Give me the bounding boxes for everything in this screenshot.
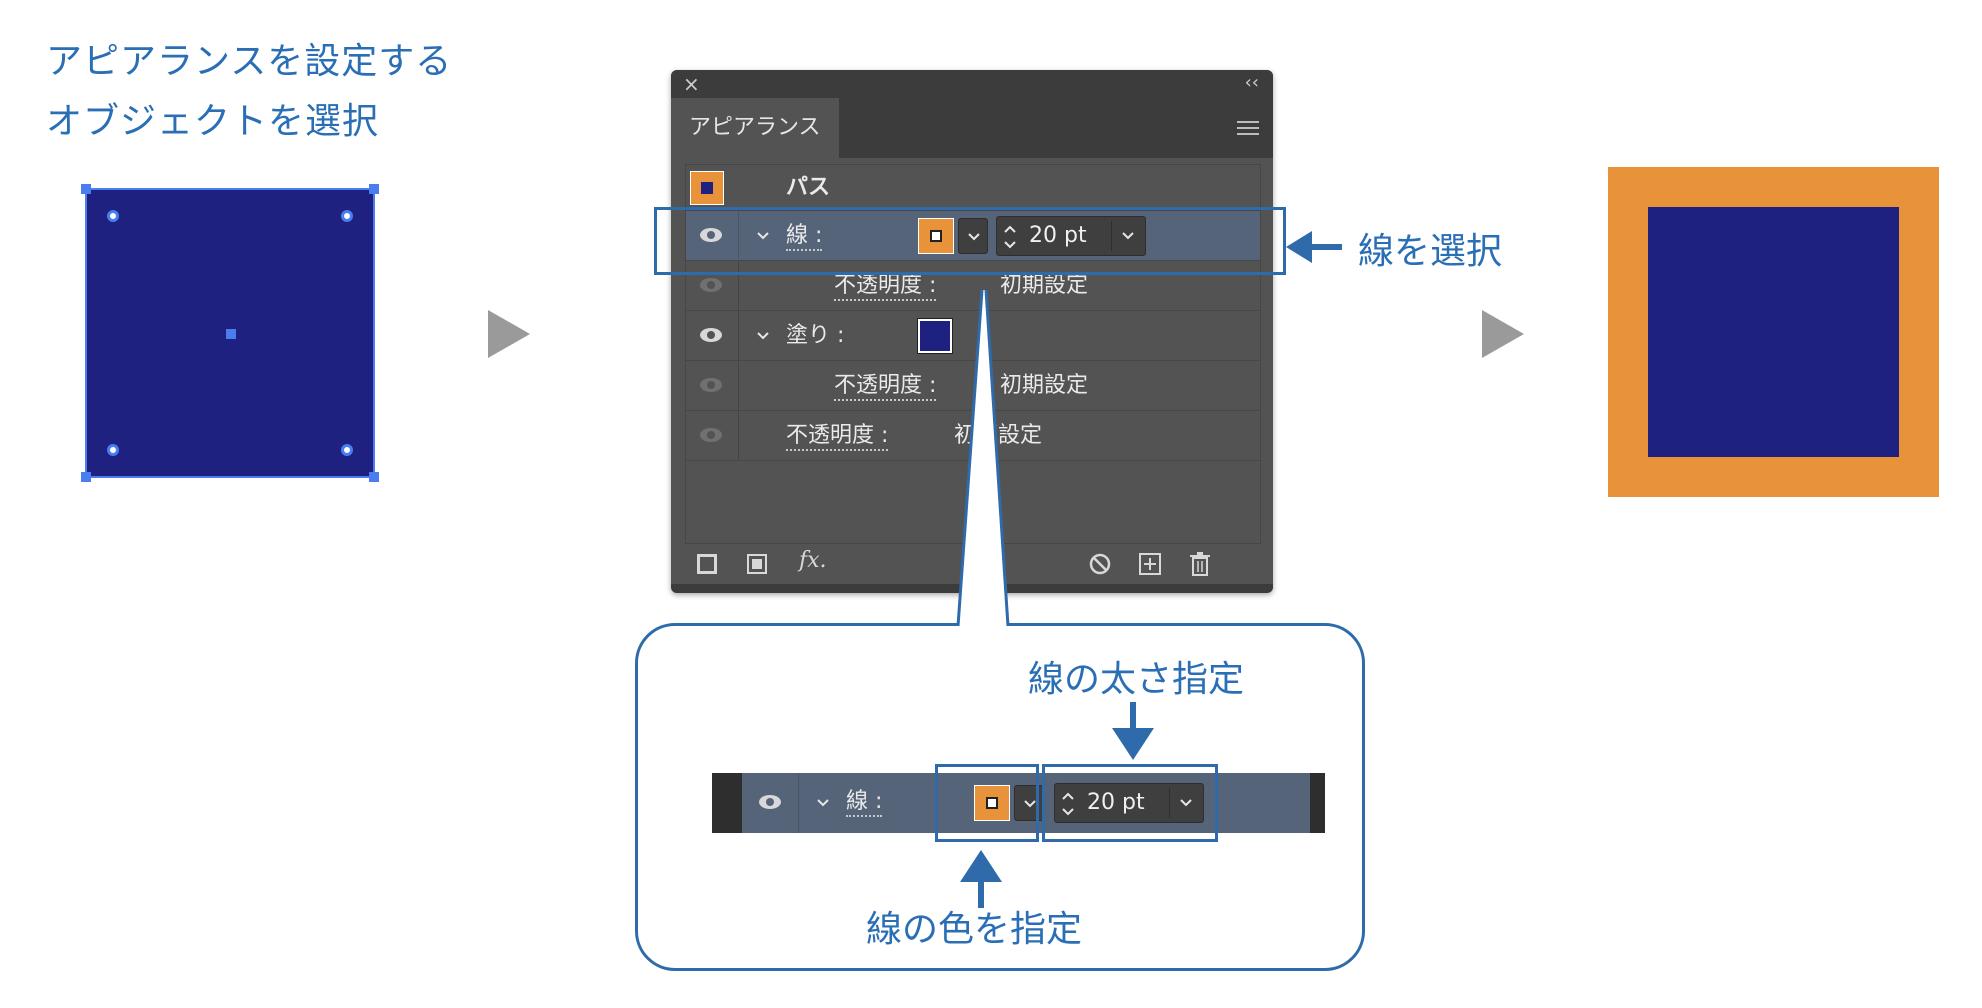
callout-tail [956, 290, 1010, 627]
stroke-row-highlight [654, 207, 1286, 275]
object-opacity-label[interactable]: 不透明度 : [786, 423, 889, 451]
fill-opacity-value: 初期設定 [1000, 373, 1089, 398]
selection-handle[interactable] [81, 472, 91, 482]
tab-appearance[interactable]: アピアランス [671, 98, 839, 158]
corner-widget[interactable] [341, 444, 353, 456]
step1-caption: アピアランスを設定する オブジェクトを選択 [46, 32, 452, 152]
result-fill [1648, 207, 1899, 457]
weight-highlight [1042, 764, 1218, 842]
stroke-opacity-label[interactable]: 不透明度 : [834, 273, 937, 301]
result-preview [1608, 167, 1939, 497]
collapse-icon[interactable]: ‹‹ [1245, 72, 1259, 93]
selection-handle[interactable] [369, 184, 379, 194]
select-stroke-annotation: 線を選択 [1358, 231, 1503, 272]
corner-widget[interactable] [107, 444, 119, 456]
step-arrow-icon [488, 310, 530, 358]
step1-caption-line1: アピアランスを設定する [46, 41, 453, 82]
eye-icon[interactable] [758, 794, 782, 810]
path-title-row: パス [686, 165, 1260, 211]
selected-rectangle-object[interactable] [81, 184, 379, 482]
selection-handle[interactable] [81, 184, 91, 194]
clear-appearance-icon[interactable] [1089, 553, 1111, 575]
fx-icon[interactable]: fx. [799, 548, 827, 573]
duplicate-item-icon[interactable] [1139, 553, 1161, 575]
eye-icon[interactable] [699, 377, 723, 393]
path-label: パス [786, 175, 831, 200]
eye-icon[interactable] [699, 427, 723, 443]
panel-title-bar: × ‹‹ [671, 70, 1273, 98]
up-arrow-icon [960, 850, 1002, 908]
weight-annotation: 線の太さ指定 [1028, 659, 1245, 700]
eye-icon[interactable] [699, 277, 723, 293]
eye-icon[interactable] [699, 327, 723, 343]
left-arrow-icon [1286, 231, 1342, 263]
panel-tab-bar: アピアランス [671, 98, 1273, 158]
corner-widget[interactable] [107, 210, 119, 222]
center-point [226, 329, 236, 339]
step-arrow-icon [1482, 310, 1524, 358]
fill-opacity-label[interactable]: 不透明度 : [834, 373, 937, 401]
fill-label[interactable]: 塗り : [786, 311, 844, 361]
delete-item-icon[interactable] [1189, 552, 1211, 576]
chevron-down-icon[interactable] [756, 331, 770, 341]
chevron-down-icon[interactable] [816, 798, 830, 808]
corner-widget[interactable] [341, 210, 353, 222]
add-fill-icon[interactable] [747, 554, 767, 574]
add-stroke-icon[interactable] [697, 554, 717, 574]
step1-caption-line2: オブジェクトを選択 [46, 101, 380, 142]
stroke-label[interactable]: 線 : [846, 789, 883, 817]
down-arrow-icon [1112, 702, 1154, 760]
color-annotation: 線の色を指定 [866, 909, 1083, 950]
object-thumbnail [690, 171, 724, 205]
close-icon[interactable]: × [683, 72, 700, 96]
color-highlight [935, 764, 1039, 842]
hamburger-menu-icon[interactable] [1237, 120, 1259, 136]
selection-handle[interactable] [369, 472, 379, 482]
